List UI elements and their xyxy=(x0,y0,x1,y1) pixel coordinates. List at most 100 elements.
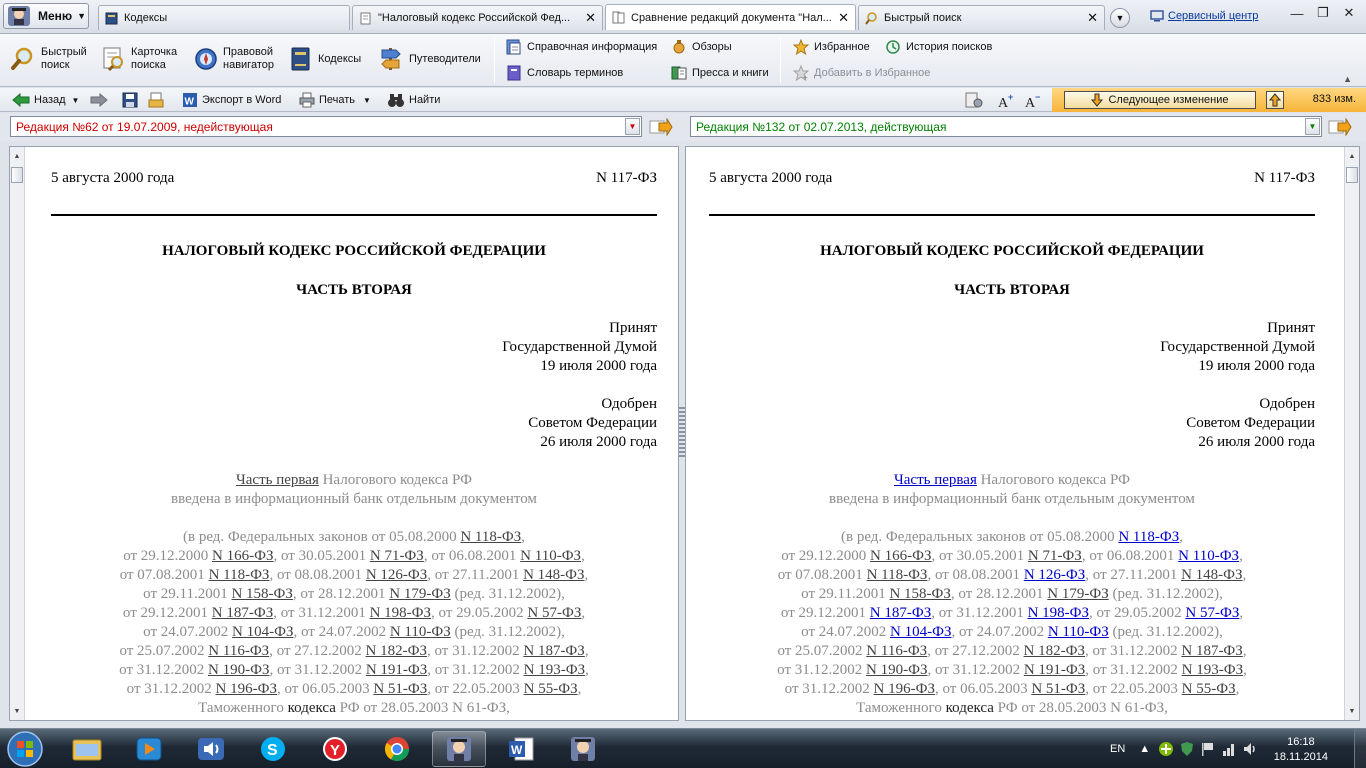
law-link[interactable]: N 158-ФЗ xyxy=(231,586,292,602)
part-one-link[interactable]: Часть первая xyxy=(894,472,977,488)
law-link[interactable]: N 193-ФЗ xyxy=(1182,662,1243,678)
save-button[interactable] xyxy=(122,91,142,109)
scroll-down-icon[interactable]: ▼ xyxy=(10,704,24,718)
left-scrollbar[interactable]: ▲ ▼ xyxy=(10,147,25,720)
scroll-up-icon[interactable]: ▲ xyxy=(1345,149,1359,163)
favorites-button[interactable]: Избранное xyxy=(793,39,870,55)
law-link[interactable]: N 118-ФЗ xyxy=(460,529,521,545)
codes-button[interactable]: Кодексы xyxy=(289,46,361,72)
law-link[interactable]: N 126-ФЗ xyxy=(1024,567,1085,583)
left-edition-go-button[interactable] xyxy=(648,116,674,138)
right-edition-go-button[interactable] xyxy=(1327,116,1353,138)
law-link[interactable]: N 182-ФЗ xyxy=(1024,643,1085,659)
law-link[interactable]: N 118-ФЗ xyxy=(209,567,270,583)
document-settings-button[interactable] xyxy=(965,91,987,109)
font-increase-button[interactable]: A + xyxy=(998,91,1020,109)
law-link[interactable]: N 193-ФЗ xyxy=(524,662,585,678)
law-link[interactable]: N 196-ФЗ xyxy=(216,681,277,697)
shield-icon[interactable] xyxy=(1179,741,1195,757)
search-history-button[interactable]: История поисков xyxy=(885,39,992,55)
export-word-button[interactable]: W Экспорт в Word xyxy=(182,91,281,109)
law-link[interactable]: N 104-ФЗ xyxy=(232,624,293,640)
tab-4[interactable]: Быстрый поиск ✕ xyxy=(858,5,1105,30)
law-link[interactable]: N 55-ФЗ xyxy=(1182,681,1236,697)
show-desktop-button[interactable] xyxy=(1354,729,1366,768)
law-link[interactable]: N 179-ФЗ xyxy=(1047,586,1108,602)
law-link[interactable]: N 110-ФЗ xyxy=(1178,548,1239,564)
law-link[interactable]: N 190-ФЗ xyxy=(208,662,269,678)
law-link[interactable]: N 187-ФЗ xyxy=(870,605,931,621)
toolbar-collapse-icon[interactable]: ▲ xyxy=(1343,74,1352,84)
taskbar-yandex-browser[interactable]: Y xyxy=(308,731,362,767)
taskbar-chrome[interactable] xyxy=(370,731,424,767)
law-link[interactable]: N 110-ФЗ xyxy=(390,624,451,640)
save-to-folder-button[interactable] xyxy=(148,91,168,109)
service-center-link[interactable]: Сервисный центр xyxy=(1150,10,1258,22)
close-tab-icon[interactable]: ✕ xyxy=(838,10,849,26)
left-edition-select[interactable]: Редакция №62 от 19.07.2009, недействующа… xyxy=(10,116,642,137)
flag-icon[interactable] xyxy=(1200,741,1216,757)
law-link[interactable]: N 196-ФЗ xyxy=(874,681,935,697)
tab-2[interactable]: "Налоговый кодекс Российской Фед... ✕ xyxy=(352,5,603,30)
law-link[interactable]: N 71-ФЗ xyxy=(1028,548,1082,564)
close-tab-icon[interactable]: ✕ xyxy=(1087,10,1098,26)
scroll-up-icon[interactable]: ▲ xyxy=(10,149,24,163)
menu-button[interactable]: Меню ▼ xyxy=(3,3,89,29)
law-link[interactable]: N 110-ФЗ xyxy=(520,548,581,564)
add-favorites-button[interactable]: + Добавить в Избранное xyxy=(793,65,930,81)
law-link[interactable]: N 179-ФЗ xyxy=(389,586,450,602)
forward-button[interactable] xyxy=(90,91,112,109)
chevron-down-icon[interactable]: ▼ xyxy=(1305,118,1320,135)
right-scrollbar[interactable]: ▲ ▼ xyxy=(1344,147,1359,720)
law-link[interactable]: N 57-ФЗ xyxy=(1185,605,1239,621)
law-link[interactable]: N 182-ФЗ xyxy=(366,643,427,659)
part-one-link[interactable]: Часть первая xyxy=(236,472,319,488)
law-link[interactable]: N 158-ФЗ xyxy=(889,586,950,602)
taskbar-explorer[interactable] xyxy=(60,731,114,767)
tray-expand-icon[interactable]: ▲ xyxy=(1139,743,1150,755)
law-link[interactable]: N 126-ФЗ xyxy=(366,567,427,583)
law-link[interactable]: N 71-ФЗ xyxy=(370,548,424,564)
taskbar-clock[interactable]: 16:18 18.11.2014 xyxy=(1274,735,1328,765)
tabs-dropdown-button[interactable]: ▼ xyxy=(1110,8,1130,28)
guides-button[interactable]: Путеводители xyxy=(378,46,481,72)
find-button[interactable]: Найти xyxy=(387,91,440,109)
law-link[interactable]: N 116-ФЗ xyxy=(866,643,927,659)
taskbar-consultant[interactable] xyxy=(432,731,486,767)
close-tab-icon[interactable]: ✕ xyxy=(585,10,596,26)
minimize-icon[interactable]: — xyxy=(1284,4,1310,22)
add-app-icon[interactable] xyxy=(1158,741,1174,757)
law-link[interactable]: N 187-ФЗ xyxy=(1181,643,1242,659)
law-link[interactable]: N 187-ФЗ xyxy=(212,605,273,621)
network-icon[interactable] xyxy=(1221,741,1237,757)
law-link[interactable]: N 148-ФЗ xyxy=(523,567,584,583)
tab-1[interactable]: Кодексы xyxy=(98,5,350,30)
law-link[interactable]: N 187-ФЗ xyxy=(523,643,584,659)
legal-navigator-button[interactable]: Правовой навигатор xyxy=(194,46,274,72)
back-button[interactable]: Назад ▼ xyxy=(12,91,79,109)
previous-change-button[interactable] xyxy=(1266,91,1284,109)
close-icon[interactable]: ✕ xyxy=(1336,4,1362,22)
law-link[interactable]: N 166-ФЗ xyxy=(870,548,931,564)
taskbar-skype[interactable]: S xyxy=(246,731,300,767)
card-search-button[interactable]: Карточка поиска xyxy=(102,46,177,72)
press-button[interactable]: Пресса и книги xyxy=(671,65,769,81)
law-link[interactable]: N 190-ФЗ xyxy=(866,662,927,678)
print-button[interactable]: Печать ▼ xyxy=(299,91,371,109)
law-link[interactable]: N 148-ФЗ xyxy=(1181,567,1242,583)
taskbar-consultant-2[interactable] xyxy=(556,731,610,767)
next-change-button[interactable]: Следующее изменение xyxy=(1064,91,1256,109)
law-link[interactable]: N 104-ФЗ xyxy=(890,624,951,640)
law-link[interactable]: N 191-ФЗ xyxy=(366,662,427,678)
taskbar-word[interactable]: W xyxy=(494,731,548,767)
law-link[interactable]: N 51-ФЗ xyxy=(1031,681,1085,697)
law-link[interactable]: N 57-ФЗ xyxy=(527,605,581,621)
law-link[interactable]: N 110-ФЗ xyxy=(1048,624,1109,640)
start-button[interactable] xyxy=(2,729,48,768)
volume-icon[interactable] xyxy=(1242,741,1258,757)
law-link[interactable]: N 116-ФЗ xyxy=(208,643,269,659)
taskbar-volume[interactable] xyxy=(184,731,238,767)
language-indicator[interactable]: EN xyxy=(1110,743,1125,755)
law-link[interactable]: N 51-ФЗ xyxy=(373,681,427,697)
glossary-button[interactable]: Словарь терминов xyxy=(506,65,623,81)
